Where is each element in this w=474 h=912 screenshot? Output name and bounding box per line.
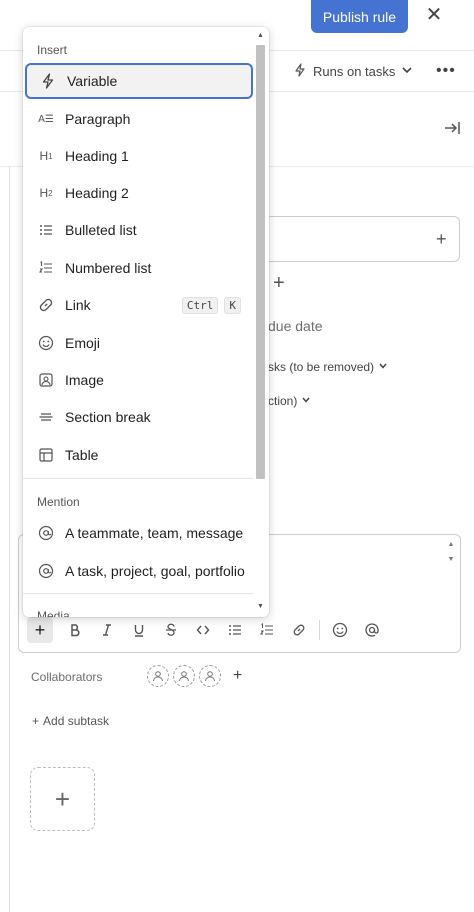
numbered-list-icon[interactable]	[251, 617, 283, 643]
menu-item-link[interactable]: Link Ctrl K	[25, 287, 253, 323]
italic-icon[interactable]	[91, 617, 123, 643]
menu-item-mention-teammate[interactable]: A teammate, team, message	[25, 515, 253, 551]
menu-item-label: Variable	[67, 73, 118, 89]
chevron-down-icon	[301, 394, 311, 408]
shortcut-key: K	[224, 296, 241, 314]
menu-item-numbered-list[interactable]: Numbered list	[25, 250, 253, 286]
menu-item-emoji[interactable]: Emoji	[25, 325, 253, 361]
scroll-up-icon[interactable]: ▲	[448, 541, 455, 548]
insert-menu: Insert Variable A☰ Paragraph H1 Heading …	[23, 27, 269, 617]
menu-item-variable[interactable]: Variable	[25, 63, 253, 99]
menu-item-image[interactable]: Image	[25, 362, 253, 398]
image-icon	[37, 371, 55, 389]
chevron-down-icon	[401, 64, 413, 79]
editor-toolbar: +	[27, 617, 388, 643]
menu-item-label: Table	[65, 447, 99, 463]
media-section-heading: Media	[37, 609, 70, 617]
shortcut-key: Ctrl	[181, 296, 219, 314]
plus-icon: +	[32, 714, 40, 728]
add-field-plus-icon[interactable]: +	[273, 272, 285, 295]
at-icon	[37, 524, 55, 542]
numbered-list-icon	[37, 259, 55, 277]
lightning-icon	[293, 62, 307, 80]
menu-item-section-break[interactable]: Section break	[25, 399, 253, 435]
menu-scrollbar-thumb[interactable]	[256, 45, 265, 479]
menu-item-label: Bulleted list	[65, 222, 137, 238]
menu-item-label: Numbered list	[65, 260, 152, 276]
scroll-up-icon[interactable]: ▲	[256, 31, 265, 41]
empty-avatar-icon[interactable]	[199, 665, 221, 687]
link-shortcut: Ctrl K	[181, 296, 241, 314]
menu-divider	[23, 478, 253, 479]
action-label: ction)	[268, 394, 298, 408]
panel-border	[9, 166, 10, 912]
publish-rule-button[interactable]: Publish rule	[311, 0, 408, 33]
menu-item-label: A teammate, team, message	[65, 525, 244, 541]
collaborators-list: +	[147, 665, 242, 687]
table-icon	[37, 446, 55, 464]
underline-icon[interactable]	[123, 617, 155, 643]
tasks-removed-dropdown[interactable]: sks (to be removed)	[268, 360, 388, 374]
menu-item-bulleted-list[interactable]: Bulleted list	[25, 212, 253, 248]
mention-section-heading: Mention	[37, 495, 80, 509]
plus-icon[interactable]: +	[436, 229, 447, 250]
lightning-icon	[39, 72, 57, 90]
insert-plus-button[interactable]: +	[27, 617, 53, 643]
at-icon	[37, 562, 55, 580]
runs-on-tasks-dropdown[interactable]: Runs on tasks	[293, 61, 413, 81]
empty-avatar-icon[interactable]	[147, 665, 169, 687]
section-break-icon	[37, 408, 55, 426]
menu-item-heading-2[interactable]: H2 Heading 2	[25, 175, 253, 211]
menu-item-label: Section break	[65, 409, 151, 425]
bulleted-list-icon	[37, 221, 55, 239]
paragraph-icon: A☰	[38, 113, 54, 125]
due-date-label[interactable]: due date	[268, 318, 323, 334]
menu-item-label: Link	[65, 297, 91, 313]
insert-section-heading: Insert	[37, 43, 68, 57]
tasks-removed-label: sks (to be removed)	[268, 360, 375, 374]
emoji-icon	[37, 334, 55, 352]
add-collaborator-plus-icon[interactable]: +	[233, 667, 242, 685]
code-icon[interactable]	[187, 617, 219, 643]
collapse-panel-icon[interactable]	[444, 120, 462, 141]
link-icon	[37, 296, 55, 314]
close-icon[interactable]: ✕	[424, 5, 444, 25]
menu-divider	[23, 593, 253, 594]
scroll-down-icon[interactable]: ▼	[448, 556, 455, 563]
link-icon[interactable]	[283, 617, 315, 643]
heading2-icon: H2	[39, 186, 53, 200]
editor-scrollbar[interactable]: ▲ ▼	[446, 541, 456, 563]
menu-item-label: Paragraph	[65, 111, 131, 127]
menu-item-paragraph[interactable]: A☰ Paragraph	[25, 101, 253, 137]
bulleted-list-icon[interactable]	[219, 617, 251, 643]
field-input-box[interactable]	[250, 216, 460, 262]
mention-icon[interactable]	[356, 617, 388, 643]
menu-item-heading-1[interactable]: H1 Heading 1	[25, 138, 253, 174]
add-subtask-label: Add subtask	[43, 714, 110, 728]
menu-item-label: Emoji	[65, 335, 101, 351]
menu-item-mention-task[interactable]: A task, project, goal, portfolio	[25, 553, 253, 589]
bold-icon[interactable]	[59, 617, 91, 643]
add-attachment-button[interactable]: +	[30, 767, 95, 831]
menu-item-label: Heading 2	[65, 185, 129, 201]
heading1-icon: H1	[39, 149, 53, 163]
menu-item-table[interactable]: Table	[25, 437, 253, 473]
empty-avatar-icon[interactable]	[173, 665, 195, 687]
chevron-down-icon	[378, 360, 388, 374]
strikethrough-icon[interactable]	[155, 617, 187, 643]
add-subtask-button[interactable]: + Add subtask	[32, 714, 109, 728]
scroll-down-icon[interactable]: ▼	[256, 602, 265, 612]
more-options-icon[interactable]: •••	[436, 62, 456, 80]
plus-icon: +	[54, 783, 71, 814]
menu-item-label: Heading 1	[65, 148, 129, 164]
menu-item-label: A task, project, goal, portfolio	[65, 563, 245, 579]
collaborators-label: Collaborators	[31, 670, 103, 684]
runs-on-tasks-label: Runs on tasks	[313, 63, 396, 79]
emoji-icon[interactable]	[324, 617, 356, 643]
menu-item-label: Image	[65, 372, 104, 388]
toolbar-separator	[319, 620, 320, 640]
action-dropdown[interactable]: ction)	[268, 394, 311, 408]
